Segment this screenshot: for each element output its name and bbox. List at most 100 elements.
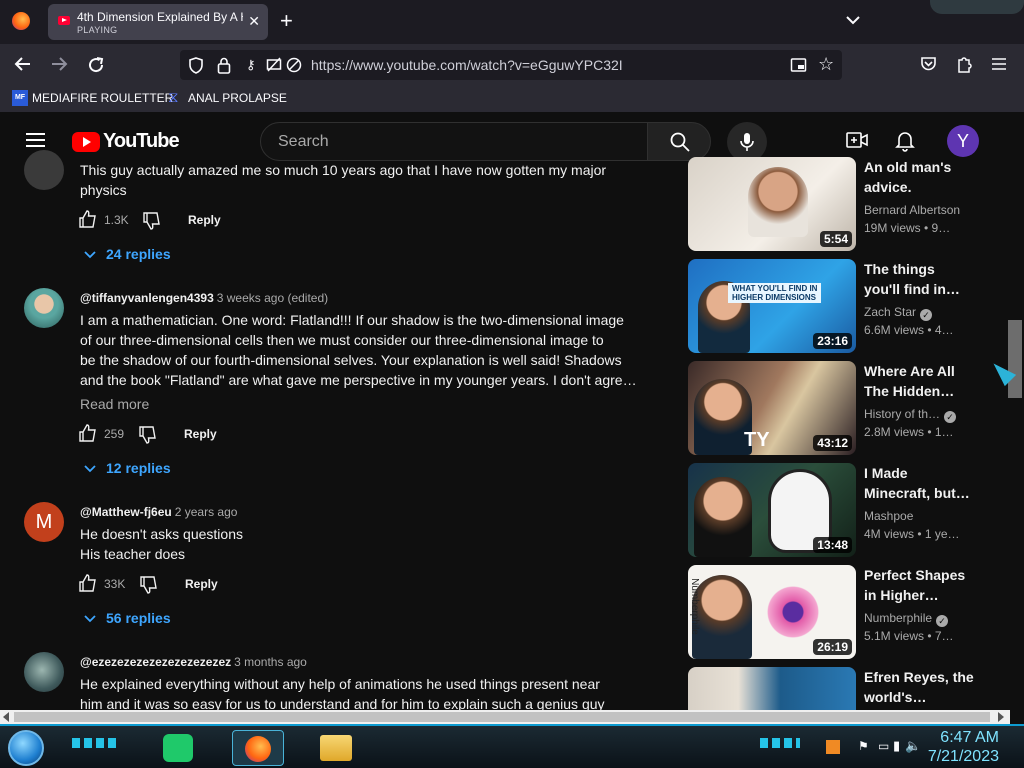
video-thumbnail[interactable]: WHAT YOU'LL FIND IN HIGHER DIMENSIONS 23… — [688, 259, 856, 353]
verified-check-icon: ✓ — [920, 309, 933, 321]
comment-username[interactable]: @ezezezezezezezezezezez — [80, 655, 231, 669]
picture-in-picture-icon[interactable] — [790, 57, 807, 77]
comment-line: His teacher does — [80, 546, 186, 562]
bookmark-mediafire[interactable]: MF MEDIAFIRE ROULETTER — [12, 86, 173, 112]
pocket-icon[interactable] — [920, 56, 937, 76]
comment-timestamp[interactable]: 2 years ago — [175, 505, 238, 519]
read-more-button[interactable]: Read more — [80, 396, 149, 412]
thumbnail-text-line: HIGHER DIMENSIONS — [732, 293, 817, 302]
comment-timestamp[interactable]: 3 weeks ago (edited) — [217, 291, 328, 305]
video-channel[interactable]: Bernard Albertson — [864, 203, 960, 217]
permissions-icon[interactable]: ⚷ — [246, 58, 256, 71]
like-thumb-up-icon[interactable] — [79, 424, 97, 446]
comment-username[interactable]: @Matthew-fj6eu — [80, 505, 172, 519]
file-explorer-icon[interactable] — [320, 735, 352, 761]
scroll-right-arrow-icon[interactable] — [998, 712, 1004, 722]
guide-menu-icon[interactable] — [26, 132, 45, 152]
view-replies-button[interactable]: 24 replies — [84, 246, 171, 262]
play-triangle — [83, 137, 91, 147]
search-input[interactable]: Search — [260, 122, 648, 161]
video-thumbnail[interactable]: 13:48 — [688, 463, 856, 557]
video-channel[interactable]: Zach Star ✓ — [864, 305, 933, 321]
url-bar[interactable]: ⚷ https://www.youtube.com/watch?v=eGguwY… — [180, 50, 842, 80]
forward-arrow-icon[interactable] — [50, 56, 68, 76]
tab-list-chevron-down-icon[interactable] — [846, 13, 860, 29]
tab-youtube-video[interactable]: 4th Dimension Explained By A Hig PLAYING… — [48, 4, 268, 40]
clock-time[interactable]: 6:47 AM — [940, 729, 999, 747]
channel-name[interactable]: Zach Star — [864, 305, 916, 319]
comment-avatar[interactable] — [24, 652, 64, 692]
channel-name[interactable]: History of th… — [864, 407, 940, 421]
dislike-thumb-down-icon[interactable] — [140, 576, 158, 598]
search-button[interactable] — [647, 122, 711, 161]
video-title[interactable]: An old man's advice. — [864, 157, 974, 197]
comment-avatar[interactable]: M — [24, 502, 64, 542]
volume-icon[interactable]: 🔈 — [905, 739, 921, 752]
window-decoration — [930, 0, 1024, 14]
autoplay-blocked-icon[interactable] — [286, 57, 302, 77]
youtube-logo[interactable]: YouTube — [72, 130, 180, 154]
notifications-bell-icon[interactable] — [895, 130, 915, 156]
comment-author[interactable]: @Matthew-fj6eu 2 years ago — [80, 505, 237, 519]
video-title[interactable]: The things you'll find in… — [864, 259, 974, 299]
create-video-icon[interactable] — [846, 131, 868, 153]
like-thumb-up-icon[interactable] — [79, 574, 97, 596]
new-tab-icon[interactable]: + — [280, 10, 293, 32]
channel-name[interactable]: Numberphile — [864, 611, 932, 625]
bookmark-star-icon[interactable]: ☆ — [818, 55, 834, 73]
view-replies-button[interactable]: 56 replies — [84, 610, 171, 626]
network-icon[interactable]: ▭ — [878, 740, 889, 752]
vertical-scrollbar-thumb[interactable] — [1008, 320, 1022, 398]
dislike-thumb-down-icon[interactable] — [143, 212, 161, 234]
extensions-puzzle-icon[interactable] — [956, 55, 973, 77]
video-title[interactable]: Perfect Shapes in Higher… — [864, 565, 974, 605]
reload-icon[interactable] — [87, 56, 105, 78]
scroll-left-arrow-icon[interactable] — [3, 712, 9, 722]
comment-timestamp[interactable]: 3 months ago — [234, 655, 307, 669]
blocked-media-icon[interactable] — [266, 57, 282, 77]
reply-button[interactable]: Reply — [184, 427, 217, 441]
clock-date[interactable]: 7/21/2023 — [928, 748, 999, 766]
voice-search-button[interactable] — [727, 122, 767, 162]
video-thumbnail[interactable]: 5:54 — [688, 157, 856, 251]
vertical-scrollbar[interactable] — [1010, 112, 1024, 710]
bookmark-label: MEDIAFIRE ROULETTER — [32, 91, 174, 105]
view-replies-button[interactable]: 12 replies — [84, 460, 171, 476]
like-thumb-up-icon[interactable] — [79, 210, 97, 232]
comment-author[interactable]: @ezezezezezezezezezezez 3 months ago — [80, 655, 307, 669]
reply-button[interactable]: Reply — [188, 213, 221, 227]
flag-icon[interactable]: ⚑ — [858, 740, 869, 752]
video-channel[interactable]: Mashpoe — [864, 509, 913, 523]
comment-avatar[interactable] — [24, 150, 64, 190]
video-title[interactable]: I Made Minecraft, but… — [864, 463, 974, 503]
video-channel[interactable]: History of th… ✓ — [864, 407, 957, 423]
video-thumbnail[interactable]: TY 43:12 — [688, 361, 856, 455]
battery-icon[interactable]: ▮ — [893, 739, 900, 752]
bookmark-anal-prolapse[interactable]: ⧖ ANAL PROLAPSE — [168, 86, 288, 112]
hamburger-menu-icon[interactable] — [991, 57, 1007, 75]
horizontal-scrollbar-thumb[interactable] — [14, 712, 990, 722]
video-title[interactable]: Efren Reyes, the world's… — [864, 667, 974, 707]
start-orb-icon[interactable] — [8, 730, 44, 766]
tracking-protection-shield-icon[interactable] — [188, 57, 204, 78]
account-avatar[interactable]: Y — [947, 125, 979, 157]
firefox-icon[interactable] — [12, 12, 30, 30]
tray-app-icon[interactable] — [826, 740, 840, 754]
video-title[interactable]: Where Are All The Hidden… — [864, 361, 974, 401]
comment-author[interactable]: @tiffanyvanlengen4393 3 weeks ago (edited… — [80, 291, 328, 305]
dislike-thumb-down-icon[interactable] — [139, 426, 157, 448]
comment-username[interactable]: @tiffanyvanlengen4393 — [80, 291, 214, 305]
back-arrow-icon[interactable] — [14, 56, 32, 76]
url-text[interactable]: https://www.youtube.com/watch?v=eGguwYPC… — [311, 57, 623, 73]
bookmarks-toolbar: MF MEDIAFIRE ROULETTER ⧖ ANAL PROLAPSE — [0, 86, 1024, 112]
video-channel[interactable]: Numberphile ✓ — [864, 611, 949, 627]
video-thumbnail[interactable] — [688, 667, 856, 710]
lock-icon[interactable] — [217, 57, 231, 78]
browser-tab-bar: 4th Dimension Explained By A Hig PLAYING… — [0, 0, 1024, 44]
video-thumbnail[interactable]: Numberphile 26:19 — [688, 565, 856, 659]
comment-avatar[interactable] — [24, 288, 64, 328]
firefox-taskbar-button[interactable] — [232, 730, 284, 766]
reply-button[interactable]: Reply — [185, 577, 218, 591]
close-tab-icon[interactable]: ✕ — [248, 13, 260, 30]
notes-app-icon[interactable] — [163, 734, 193, 762]
